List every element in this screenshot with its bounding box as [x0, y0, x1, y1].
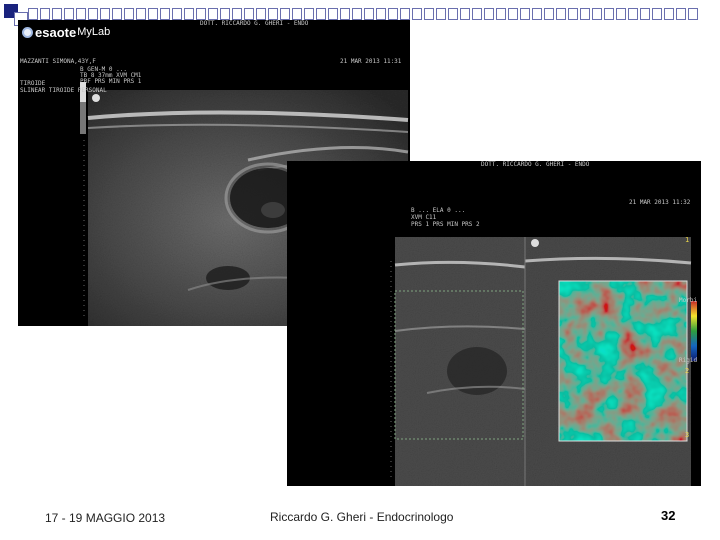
param-line-2: XVM C11 [411, 214, 437, 221]
preset-1: TIROIDE [20, 80, 46, 87]
stripe-square [688, 8, 698, 20]
stripe-square [40, 8, 50, 20]
stripe-square [556, 8, 566, 20]
stripe-square [520, 8, 530, 20]
stripe-square [160, 8, 170, 20]
stripe-square [580, 8, 590, 20]
stripe-square [496, 8, 506, 20]
stripe-square [112, 8, 122, 20]
stripe-square [220, 8, 230, 20]
stripe-square [676, 8, 686, 20]
probe-orientation-icon [531, 239, 539, 247]
ultrasound-image-elastography: DOTT. RICCARDO G. GHERI - ENDO 21 MAR 20… [287, 161, 701, 486]
page-number: 32 [661, 508, 676, 523]
date-time: 21 MAR 2013 11:31 [340, 58, 402, 65]
param-line-3: PRF PRS MIN PRS 1 [80, 78, 142, 85]
stripe-square [304, 8, 314, 20]
stripe-square [604, 8, 614, 20]
stripe-square [376, 8, 386, 20]
stripe-square [172, 8, 182, 20]
logo-product: MyLab [77, 26, 111, 38]
stripe-square [448, 8, 458, 20]
stripe-square [148, 8, 158, 20]
stripe-square [124, 8, 134, 20]
depth-marker-1: 1 [685, 236, 690, 244]
ultrasound-scan-elastography [390, 237, 697, 486]
stripe-square [76, 8, 86, 20]
operator-header: DOTT. RICCARDO G. GHERI - ENDO [481, 161, 590, 168]
scale-label-bottom: Rigid [679, 357, 698, 364]
stripe-square [472, 8, 482, 20]
stripe-square [640, 8, 650, 20]
stripe-square [268, 8, 278, 20]
stripe-square [328, 8, 338, 20]
stripe-square [256, 8, 266, 20]
operator-header: DOTT. RICCARDO G. GHERI - ENDO [200, 20, 309, 27]
esaote-mylab-logo: esaote MyLab [22, 24, 110, 40]
stripe-square [352, 8, 362, 20]
footer-author: Riccardo G. Gheri - Endocrinologo [270, 510, 454, 524]
stripe-square [400, 8, 410, 20]
stripe-square [544, 8, 554, 20]
stripe-square [52, 8, 62, 20]
stripe-square [508, 8, 518, 20]
stripe-square [664, 8, 674, 20]
stripe-square [136, 8, 146, 20]
stripe-square [208, 8, 218, 20]
header-stripe-pattern [28, 8, 698, 20]
stripe-square [316, 8, 326, 20]
param-line-1: B ... ELA 0 ... [411, 207, 466, 214]
stripe-square [292, 8, 302, 20]
depth-marker-3: 3 [685, 431, 690, 439]
stripe-square [412, 8, 422, 20]
stripe-square [532, 8, 542, 20]
patient-line: MAZZANTI SIMONA,43Y,F [20, 58, 96, 65]
stripe-square [100, 8, 110, 20]
stripe-square [460, 8, 470, 20]
stripe-square [388, 8, 398, 20]
stripe-square [568, 8, 578, 20]
stripe-square [196, 8, 206, 20]
stripe-square [232, 8, 242, 20]
stripe-square [184, 8, 194, 20]
depth-marker-2: 2 [685, 367, 690, 375]
stripe-square [28, 8, 38, 20]
stripe-square [280, 8, 290, 20]
stripe-square [244, 8, 254, 20]
probe-orientation-icon [92, 94, 100, 102]
date-time: 21 MAR 2013 11:32 [629, 199, 691, 206]
logo-brand: esaote [35, 24, 77, 40]
stripe-square [64, 8, 74, 20]
stripe-square [364, 8, 374, 20]
stripe-square [424, 8, 434, 20]
footer-date: 17 - 19 MAGGIO 2013 [45, 511, 166, 525]
preset-2: SLINEAR TIROIDE PERSONAL [20, 87, 107, 94]
stripe-square [628, 8, 638, 20]
stripe-square [436, 8, 446, 20]
stripe-square [652, 8, 662, 20]
esaote-logo-circle [22, 26, 33, 38]
param-line-3: PRS 1 PRS MIN PRS 2 [411, 221, 480, 228]
stripe-square [88, 8, 98, 20]
scale-label-top: Morbi [679, 297, 698, 304]
stripe-square [340, 8, 350, 20]
stripe-square [616, 8, 626, 20]
stripe-square [484, 8, 494, 20]
stripe-square [592, 8, 602, 20]
